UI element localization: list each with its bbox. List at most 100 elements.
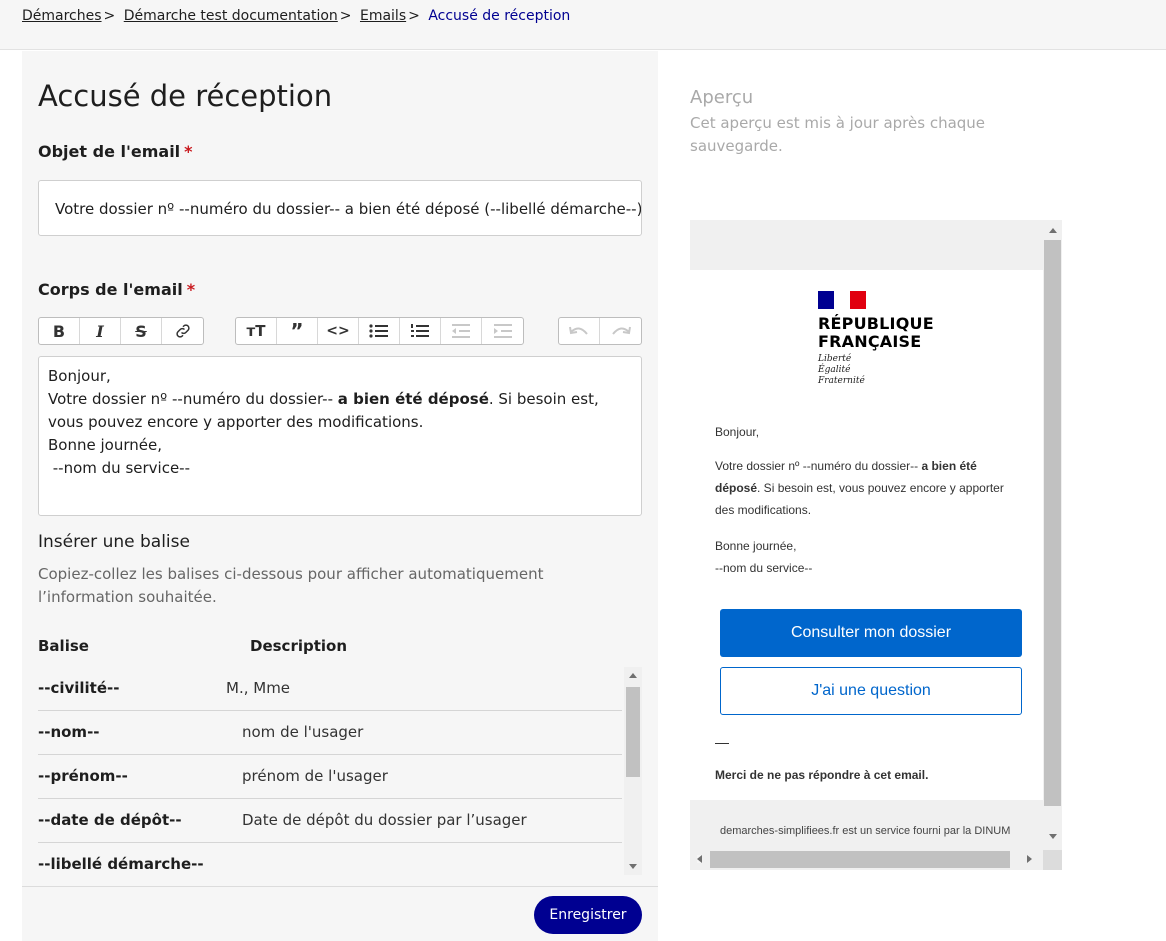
- tag-name[interactable]: --prénom--: [38, 767, 128, 785]
- motto-line: Fraternité: [818, 376, 865, 386]
- breadcrumb-link-demarches[interactable]: Démarches: [22, 8, 102, 24]
- column-header-tag: Balise: [38, 637, 89, 655]
- code-button[interactable]: <>: [318, 318, 359, 344]
- email-editor-panel: Accusé de réception Objet de l'email * Vo…: [22, 51, 658, 941]
- heading-button[interactable]: ᴛT: [236, 318, 277, 344]
- scroll-thumb[interactable]: [1044, 240, 1061, 806]
- breadcrumb-link-emails[interactable]: Emails: [360, 8, 406, 24]
- undo-icon: [569, 326, 588, 335]
- outdent-icon: [452, 324, 470, 338]
- redo-icon: [611, 326, 631, 335]
- tag-name[interactable]: --libellé démarche--: [38, 855, 204, 873]
- link-button[interactable]: [162, 318, 203, 344]
- breadcrumb-separator: >: [408, 8, 420, 24]
- page-title: Accusé de réception: [38, 79, 333, 113]
- marianne-flag-icon: [818, 291, 866, 309]
- table-row: --civilité-- M., Mme: [38, 667, 622, 711]
- logo-line: RÉPUBLIQUE: [818, 314, 934, 333]
- table-row: --libellé démarche--: [38, 843, 622, 875]
- breadcrumb: Démarches > Démarche test documentation > …: [0, 0, 1166, 50]
- insert-tag-title: Insérer une balise: [38, 532, 190, 552]
- toolbar-block-group: ᴛT ” <>: [235, 317, 524, 345]
- redo-button[interactable]: [600, 318, 641, 344]
- preview-horizontal-scrollbar[interactable]: [690, 850, 1043, 869]
- tags-table-scrollbar[interactable]: [624, 667, 642, 875]
- subject-input[interactable]: Votre dossier nº --numéro du dossier-- a…: [38, 180, 642, 236]
- outdent-button[interactable]: [441, 318, 482, 344]
- body-line: Votre dossier nº --numéro du dossier-- a…: [48, 388, 632, 434]
- bullet-list-button[interactable]: [359, 318, 400, 344]
- insert-tag-help: Copiez-collez les balises ci-dessous pou…: [38, 565, 544, 606]
- scroll-thumb[interactable]: [626, 687, 640, 777]
- bold-button[interactable]: B: [39, 318, 80, 344]
- email-text: Votre dossier nº --numéro du dossier--: [715, 459, 922, 473]
- italic-button[interactable]: I: [80, 318, 121, 344]
- email-greeting: Bonjour,: [715, 425, 760, 439]
- consult-file-button[interactable]: Consulter mon dossier: [720, 609, 1022, 657]
- email-footer: demarches-simplifiees.fr est un service …: [720, 825, 1011, 837]
- code-icon: <>: [326, 323, 350, 339]
- strikethrough-icon: S: [135, 321, 147, 341]
- scroll-thumb[interactable]: [710, 851, 1010, 868]
- preview-title: Aperçu: [690, 87, 754, 108]
- bullet-list-icon: [369, 324, 388, 338]
- scroll-up-icon[interactable]: [1049, 228, 1057, 233]
- scroll-left-icon[interactable]: [697, 855, 702, 863]
- save-button[interactable]: Enregistrer: [534, 896, 642, 934]
- table-row: --date de dépôt-- Date de dépôt du dossi…: [38, 799, 622, 843]
- body-editor[interactable]: Bonjour, Votre dossier nº --numéro du do…: [38, 356, 642, 516]
- separator-dash: [715, 743, 729, 744]
- preview-vertical-scrollbar[interactable]: [1043, 220, 1062, 850]
- undo-button[interactable]: [559, 318, 600, 344]
- italic-icon: I: [96, 321, 104, 341]
- toolbar-history-group: [558, 317, 642, 345]
- tag-description: nom de l'usager: [242, 723, 364, 741]
- republic-motto: Liberté Égalité Fraternité: [818, 354, 865, 387]
- scroll-down-icon[interactable]: [629, 864, 637, 869]
- numbered-list-button[interactable]: [400, 318, 441, 344]
- email-preview-body: RÉPUBLIQUE FRANÇAISE Liberté Égalité Fra…: [690, 270, 1043, 800]
- subject-label-text: Objet de l'email: [38, 142, 181, 161]
- quote-button[interactable]: ”: [277, 318, 318, 344]
- tag-description: prénom de l'usager: [242, 767, 388, 785]
- table-row: --prénom-- prénom de l'usager: [38, 755, 622, 799]
- body-label-text: Corps de l'email: [38, 280, 183, 299]
- email-text: Bonne journée,: [715, 539, 797, 553]
- body-line: --nom du service--: [48, 459, 191, 477]
- preview-help: Cet aperçu est mis à jour après chaque s…: [690, 114, 986, 155]
- required-mark: *: [184, 142, 193, 161]
- indent-button[interactable]: [482, 318, 523, 344]
- tag-name[interactable]: --nom--: [38, 723, 100, 741]
- logo-line: FRANÇAISE: [818, 332, 922, 351]
- scroll-up-icon[interactable]: [629, 673, 637, 678]
- required-mark: *: [186, 280, 196, 299]
- numbered-list-icon: [411, 324, 429, 337]
- tag-name[interactable]: --civilité--: [38, 679, 119, 697]
- breadcrumb-link-demarche[interactable]: Démarche test documentation: [124, 8, 338, 24]
- bold-icon: B: [52, 321, 66, 341]
- indent-icon: [493, 324, 512, 338]
- actions-divider: [22, 886, 658, 887]
- subject-label: Objet de l'email *: [38, 142, 193, 161]
- strikethrough-button[interactable]: S: [121, 318, 162, 344]
- breadcrumb-current: Accusé de réception: [428, 8, 571, 24]
- republique-francaise-logo: RÉPUBLIQUE FRANÇAISE: [818, 315, 934, 351]
- email-paragraph: Votre dossier nº --numéro du dossier-- a…: [715, 455, 1015, 521]
- scrollbar-corner: [1043, 850, 1062, 870]
- email-text: . Si besoin est, vous pouvez encore y ap…: [715, 481, 1004, 517]
- tags-table: --civilité-- M., Mme --nom-- nom de l'us…: [38, 667, 642, 875]
- body-line: Bonjour,: [48, 367, 111, 385]
- tag-name[interactable]: --date de dépôt--: [38, 811, 182, 829]
- link-icon: [175, 324, 190, 338]
- scroll-down-icon[interactable]: [1049, 834, 1057, 839]
- scroll-right-icon[interactable]: [1027, 855, 1032, 863]
- breadcrumb-separator: >: [339, 8, 352, 24]
- ask-question-button[interactable]: J'ai une question: [720, 667, 1022, 715]
- tag-description: Date de dépôt du dossier par l’usager: [242, 811, 527, 829]
- breadcrumb-separator: >: [103, 8, 116, 24]
- toolbar-format-group: B I S: [38, 317, 204, 345]
- email-text: --nom du service--: [715, 561, 813, 575]
- motto-line: Égalité: [818, 365, 851, 375]
- column-header-description: Description: [250, 637, 348, 655]
- heading-icon: ᴛT: [246, 322, 266, 340]
